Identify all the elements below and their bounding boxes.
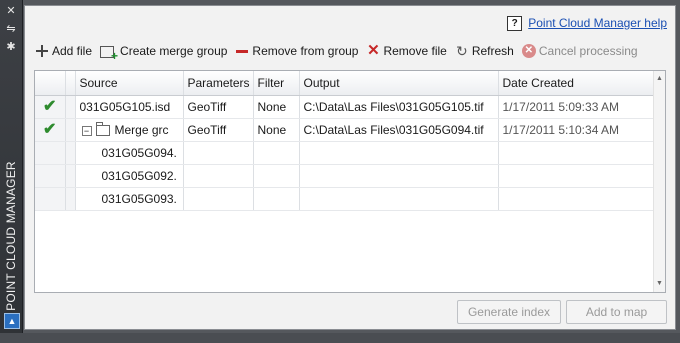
source-column-header[interactable]: Source [75, 71, 184, 96]
row-header [65, 95, 76, 119]
delete-x-icon: ✕ [367, 42, 380, 59]
status-column-header[interactable] [35, 71, 66, 96]
palette-title: POINT CLOUD MANAGER [4, 161, 18, 311]
output-cell [299, 141, 499, 165]
palette-titlebar: ✕ ⇋ ✱ POINT CLOUD MANAGER ▲ [0, 0, 23, 333]
source-cell: 031G05G094. [75, 141, 184, 165]
add-file-label: Add file [52, 44, 93, 58]
toolbar: Add file Create merge group Remove from … [35, 42, 646, 63]
create-merge-group-button[interactable]: Create merge group [100, 44, 228, 63]
table-row[interactable]: ✔ 031G05G105.isd GeoTiff None C:\Data\La… [35, 95, 655, 119]
date-created-column-header[interactable]: Date Created [498, 71, 655, 96]
point-cloud-manager-panel: ? Point Cloud Manager help Add file Crea… [24, 5, 676, 330]
date-cell: 1/17/2011 5:09:33 AM [498, 95, 655, 119]
date-cell [498, 164, 655, 188]
status-cell: ✔ [35, 95, 66, 119]
remove-file-label: Remove file [383, 44, 447, 58]
refresh-icon: ↻ [455, 43, 468, 59]
remove-file-button[interactable]: ✕ Remove file [366, 42, 447, 59]
table-header-row: Source Parameters Filter Output Date Cre… [35, 71, 655, 96]
row-header [65, 118, 76, 142]
new-group-icon [100, 46, 118, 63]
date-cell [498, 187, 655, 211]
status-cell [35, 164, 66, 188]
parameters-cell [183, 164, 254, 188]
table-row[interactable]: 031G05G094. [35, 141, 655, 165]
table-row[interactable]: 031G05G092. [35, 164, 655, 188]
app-logo-icon: ▲ [4, 313, 20, 329]
source-cell: 031G05G093. [75, 187, 184, 211]
date-cell [498, 141, 655, 165]
filter-cell [253, 164, 300, 188]
scroll-up-icon[interactable]: ▲ [654, 73, 665, 85]
row-header [65, 187, 76, 211]
refresh-label: Refresh [471, 44, 514, 58]
scroll-down-icon[interactable]: ▼ [654, 278, 665, 290]
add-file-button[interactable]: Add file [35, 44, 92, 58]
close-icon[interactable]: ✕ [4, 4, 18, 18]
status-cell [35, 187, 66, 211]
filter-cell[interactable]: None [253, 118, 300, 142]
merge-group-name: Merge grc [114, 123, 169, 137]
date-cell: 1/17/2011 5:10:34 AM [498, 118, 655, 142]
help-area: ? Point Cloud Manager help [507, 14, 667, 32]
filter-cell[interactable]: None [253, 95, 300, 119]
output-cell[interactable]: C:\Data\Las Files\031G05G105.tif [299, 95, 499, 119]
collapse-icon[interactable]: − [81, 125, 92, 136]
help-icon[interactable]: ? [507, 15, 523, 31]
checkmark-icon: ✔ [43, 121, 57, 138]
parameters-cell[interactable]: GeoTiff [183, 118, 254, 142]
parameters-cell [183, 187, 254, 211]
minus-icon [235, 44, 249, 58]
parameters-cell[interactable]: GeoTiff [183, 95, 254, 119]
files-table: Source Parameters Filter Output Date Cre… [34, 70, 666, 293]
output-cell [299, 164, 499, 188]
vertical-scrollbar[interactable]: ▲ ▼ [653, 71, 665, 292]
filter-cell [253, 187, 300, 211]
table-row[interactable]: 031G05G093. [35, 187, 655, 211]
remove-from-group-button[interactable]: Remove from group [235, 44, 358, 58]
output-cell [299, 187, 499, 211]
cancel-icon: ✕ [521, 44, 536, 58]
plus-icon [35, 44, 49, 58]
help-link[interactable]: Point Cloud Manager help [528, 16, 667, 30]
output-column-header[interactable]: Output [299, 71, 499, 96]
parameters-column-header[interactable]: Parameters [183, 71, 254, 96]
row-header [65, 164, 76, 188]
checkmark-icon: ✔ [43, 98, 57, 115]
filter-column-header[interactable]: Filter [253, 71, 300, 96]
table-row[interactable]: ✔ − Merge grc GeoTiff None C:\Data\Las Fi… [35, 118, 655, 142]
create-merge-group-label: Create merge group [120, 44, 228, 58]
folder-icon [95, 122, 110, 137]
settings-icon[interactable]: ✱ [4, 40, 18, 54]
row-header-column [65, 71, 76, 96]
remove-from-group-label: Remove from group [252, 44, 359, 58]
output-cell[interactable]: C:\Data\Las Files\031G05G094.tif [299, 118, 499, 142]
status-cell [35, 141, 66, 165]
status-cell: ✔ [35, 118, 66, 142]
source-cell: 031G05G092. [75, 164, 184, 188]
filter-cell [253, 141, 300, 165]
cancel-processing-button[interactable]: ✕ Cancel processing [521, 44, 638, 58]
parameters-cell [183, 141, 254, 165]
add-to-map-button[interactable]: Add to map [566, 300, 667, 324]
generate-index-button[interactable]: Generate index [457, 300, 561, 324]
source-cell: 031G05G105.isd [75, 95, 184, 119]
row-header [65, 141, 76, 165]
source-cell: − Merge grc [75, 118, 184, 142]
cancel-processing-label: Cancel processing [538, 44, 638, 58]
auto-hide-icon[interactable]: ⇋ [4, 22, 18, 36]
refresh-button[interactable]: ↻ Refresh [455, 44, 514, 58]
